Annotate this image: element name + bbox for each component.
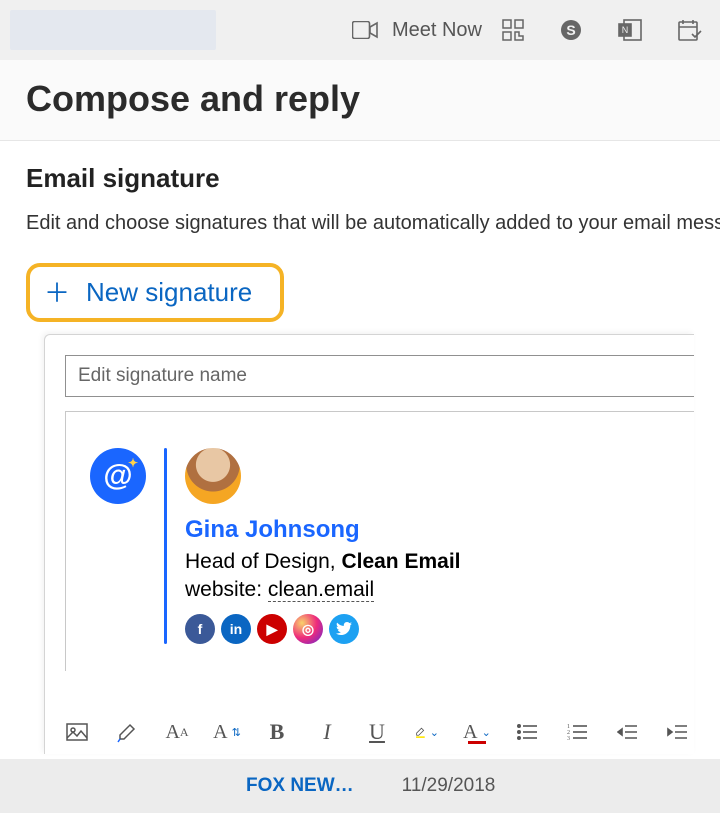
bulleted-list-button[interactable] [515, 720, 539, 744]
font-color-button[interactable]: A ⌄ [465, 720, 489, 744]
onenote-icon[interactable]: N [618, 19, 642, 41]
svg-text:N: N [622, 25, 629, 35]
underline-button[interactable]: U [365, 720, 389, 744]
twitter-icon[interactable] [329, 614, 359, 644]
linkedin-icon[interactable]: in [221, 614, 251, 644]
facebook-icon[interactable]: f [185, 614, 215, 644]
outdent-button[interactable] [615, 720, 639, 744]
avatar [185, 448, 241, 504]
new-signature-button[interactable]: ＋ New signature [26, 263, 284, 322]
instagram-icon[interactable]: ◎ [293, 614, 323, 644]
format-painter-button[interactable] [115, 720, 139, 744]
font-family-button[interactable]: AA [165, 720, 189, 744]
social-icons-row: f in ▶ ◎ [185, 614, 461, 644]
page-header: Compose and reply [0, 60, 720, 141]
numbered-list-button[interactable]: 123 [565, 720, 589, 744]
signature-editor-panel: @✦ Gina Johnsong Head of Design, Clean E… [44, 334, 694, 754]
signature-person-name: Gina Johnsong [185, 516, 461, 544]
message-list-peek-row[interactable]: FOX NEW… 11/29/2018 [0, 759, 720, 813]
svg-text:3: 3 [567, 736, 570, 741]
italic-button[interactable]: I [315, 720, 339, 744]
search-input[interactable] [10, 10, 216, 50]
svg-text:S: S [566, 22, 575, 38]
message-date: 11/29/2018 [402, 775, 496, 797]
new-signature-label: New signature [86, 277, 252, 308]
qr-icon[interactable] [502, 19, 524, 41]
sparkle-icon: ✦ [128, 456, 138, 470]
signature-role: Head of Design, [185, 550, 336, 573]
signature-role-line: Head of Design, Clean Email [185, 550, 461, 574]
app-top-bar: Meet Now S N [0, 0, 720, 60]
chevron-up-down-icon: ⇅ [232, 726, 241, 739]
signature-company: Clean Email [341, 550, 460, 573]
insert-image-button[interactable] [65, 720, 89, 744]
font-size-button[interactable]: A⇅ [215, 720, 239, 744]
signature-content-editor[interactable]: @✦ Gina Johnsong Head of Design, Clean E… [65, 411, 694, 671]
plus-icon: ＋ [44, 280, 70, 306]
signature-name-input[interactable] [65, 355, 694, 397]
website-link[interactable]: clean.email [268, 578, 374, 602]
top-icon-group: S N [502, 19, 710, 41]
meet-now-label: Meet Now [392, 19, 482, 42]
section-description: Edit and choose signatures that will be … [26, 212, 694, 235]
youtube-icon[interactable]: ▶ [257, 614, 287, 644]
page-title: Compose and reply [26, 78, 694, 120]
brand-at-icon: @✦ [90, 448, 146, 504]
calendar-check-icon[interactable] [678, 19, 702, 41]
chevron-down-icon: ⌄ [430, 726, 439, 739]
message-sender: FOX NEW… [246, 775, 354, 797]
signature-website-line: website: clean.email [185, 578, 461, 602]
signature-preview: @✦ Gina Johnsong Head of Design, Clean E… [90, 448, 670, 644]
bold-button[interactable]: B [265, 720, 289, 744]
settings-body: Email signature Edit and choose signatur… [0, 141, 720, 781]
chevron-down-icon: ⌄ [482, 726, 491, 739]
website-label: website: [185, 578, 262, 601]
section-title: Email signature [26, 163, 694, 194]
vertical-divider [164, 448, 167, 644]
format-toolbar: AA A⇅ B I U ⌄ A ⌄ 123 [65, 720, 689, 744]
meet-now-button[interactable]: Meet Now [352, 19, 482, 42]
video-icon [352, 21, 378, 39]
highlight-color-button[interactable]: ⌄ [415, 720, 439, 744]
skype-icon[interactable]: S [560, 19, 582, 41]
indent-button[interactable] [665, 720, 689, 744]
